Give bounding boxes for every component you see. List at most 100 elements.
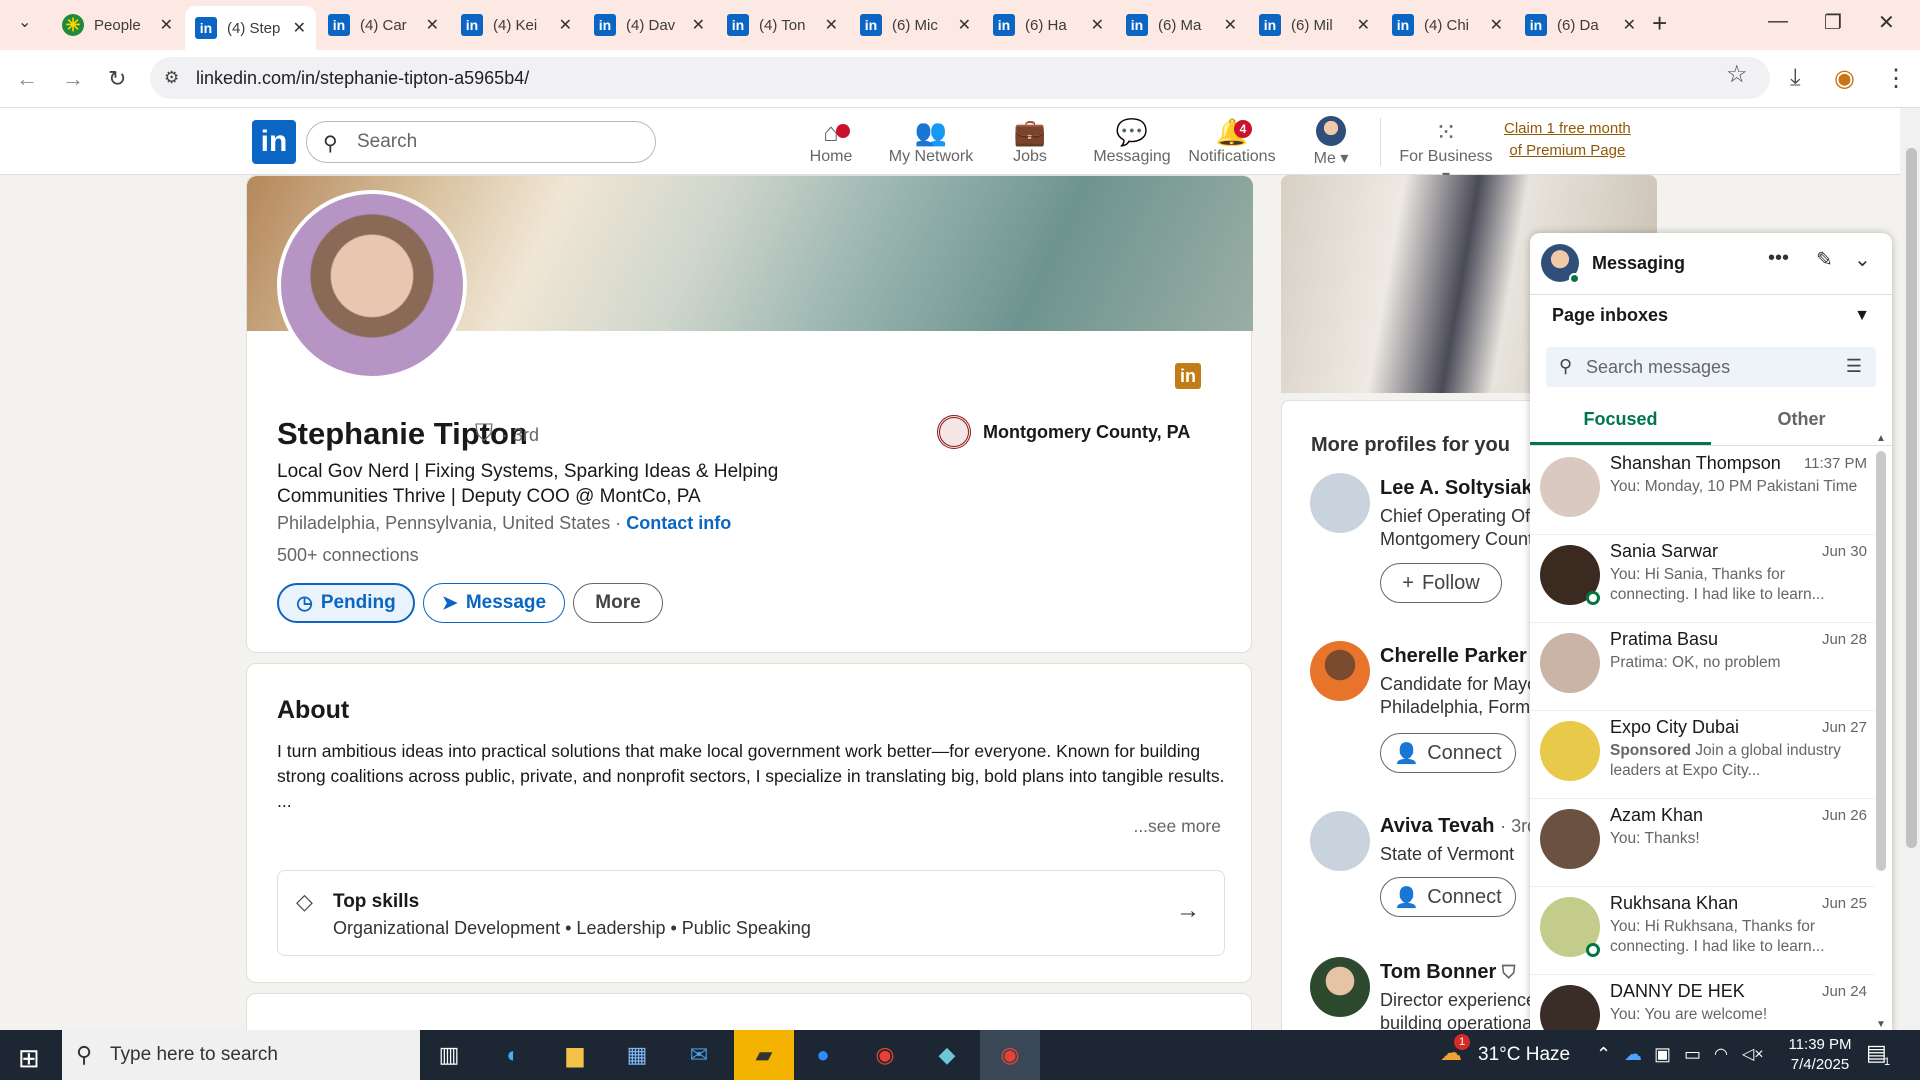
scroll-up-icon[interactable]: ▲: [1876, 433, 1886, 444]
browser-tab[interactable]: in (4) Dav ✕: [584, 8, 715, 42]
browser-tab[interactable]: in (4) Step ✕: [185, 6, 316, 50]
close-tab-icon[interactable]: ✕: [559, 15, 572, 35]
taskbar-clock[interactable]: 11:39 PM 7/4/2025: [1770, 1035, 1870, 1075]
browser-tab[interactable]: in (4) Kei ✕: [451, 8, 582, 42]
bookmark-star-icon[interactable]: ☆: [1726, 60, 1748, 89]
search-messages-input[interactable]: ⚲ Search messages ☰: [1546, 347, 1876, 387]
current-org[interactable]: Montgomery County, PA: [937, 415, 1190, 449]
browser-tab[interactable]: in (4) Car ✕: [318, 8, 449, 42]
browser-tab[interactable]: ✳ People ✕: [52, 8, 183, 42]
nav-me[interactable]: Me ▾: [1306, 116, 1356, 168]
back-icon[interactable]: ←: [16, 66, 38, 92]
profile-photo[interactable]: [277, 190, 467, 380]
nav-my-network[interactable]: 👥 My Network: [886, 116, 976, 166]
verified-icon[interactable]: ⛉: [475, 420, 493, 448]
meet-icon[interactable]: ▣: [1654, 1044, 1671, 1065]
tab-list-icon[interactable]: ⌄: [18, 12, 31, 32]
browser-tab[interactable]: in (6) Mic ✕: [850, 8, 981, 42]
premium-link[interactable]: Claim 1 free month of Premium Page: [1504, 118, 1631, 162]
top-skills-box[interactable]: ◇ Top skills Organizational Development …: [277, 870, 1225, 956]
nav-notifications[interactable]: 🔔 Notifications 4: [1188, 116, 1276, 166]
browser-tab[interactable]: in (4) Chi ✕: [1382, 8, 1513, 42]
tab-other[interactable]: Other: [1711, 409, 1892, 445]
linkedin-logo-icon[interactable]: in: [252, 120, 296, 164]
nav-jobs[interactable]: 💼 Jobs: [1010, 116, 1050, 166]
browser-tab[interactable]: in (6) Mil ✕: [1249, 8, 1380, 42]
store-icon[interactable]: ▦: [618, 1036, 656, 1074]
close-tab-icon[interactable]: ✕: [293, 18, 306, 38]
compose-icon[interactable]: ✎: [1816, 247, 1833, 272]
more-button[interactable]: More: [573, 583, 663, 623]
close-window-icon[interactable]: ✕: [1878, 10, 1895, 35]
close-tab-icon[interactable]: ✕: [1490, 15, 1503, 35]
page-scrollbar-thumb[interactable]: [1906, 148, 1917, 848]
windows-start-icon[interactable]: ⊞: [18, 1043, 40, 1074]
battery-icon[interactable]: ▭: [1684, 1044, 1701, 1065]
connect-button[interactable]: 👤 Connect: [1380, 877, 1516, 917]
browser-tab[interactable]: in (4) Ton ✕: [717, 8, 848, 42]
follow-button[interactable]: + Follow: [1380, 563, 1502, 603]
close-tab-icon[interactable]: ✕: [1357, 15, 1370, 35]
close-tab-icon[interactable]: ✕: [426, 15, 439, 35]
onedrive-icon[interactable]: ☁: [1624, 1044, 1642, 1065]
page-scrollbar[interactable]: [1903, 108, 1920, 1028]
nav-home[interactable]: ⌂ Home: [804, 116, 858, 166]
app-icon[interactable]: ◆: [928, 1036, 966, 1074]
reload-icon[interactable]: ↻: [108, 66, 126, 92]
inbox-selector[interactable]: Page inboxes: [1552, 305, 1668, 326]
chevron-up-icon[interactable]: ⌃: [1596, 1044, 1611, 1065]
close-tab-icon[interactable]: ✕: [160, 15, 173, 35]
see-more-link[interactable]: ...see more: [1133, 816, 1221, 837]
conversation-item[interactable]: Expo City Dubai Jun 27 Sponsored Join a gl…: [1530, 711, 1875, 799]
conversation-item[interactable]: Rukhsana Khan Jun 25 You: Hi Rukhsana, Tha…: [1530, 887, 1875, 975]
connect-button[interactable]: 👤 Connect: [1380, 733, 1516, 773]
messages-scrollbar[interactable]: [1876, 451, 1886, 871]
wifi-icon[interactable]: ◠: [1714, 1044, 1728, 1064]
mail-icon[interactable]: ✉: [680, 1036, 718, 1074]
close-tab-icon[interactable]: ✕: [1224, 15, 1237, 35]
linkedin-search-input[interactable]: ⚲ Search: [306, 121, 656, 163]
file-explorer-icon[interactable]: ▆: [556, 1036, 594, 1074]
restore-icon[interactable]: ❐: [1824, 10, 1842, 35]
edge-icon[interactable]: ◐: [494, 1036, 532, 1074]
browser-tab[interactable]: in (6) Ha ✕: [983, 8, 1114, 42]
zoom-icon[interactable]: ●: [804, 1036, 842, 1074]
forward-icon[interactable]: →: [62, 66, 84, 92]
chrome-icon[interactable]: ◉: [866, 1036, 904, 1074]
chrome-active-icon[interactable]: ◉: [980, 1030, 1040, 1080]
pending-button[interactable]: ◷ Pending: [277, 583, 415, 623]
close-tab-icon[interactable]: ✕: [1623, 15, 1636, 35]
profile-icon[interactable]: ◉: [1834, 64, 1855, 93]
new-tab-icon[interactable]: +: [1652, 8, 1667, 39]
browser-tab[interactable]: in (6) Da ✕: [1515, 8, 1646, 42]
browser-tab[interactable]: in (6) Ma ✕: [1116, 8, 1247, 42]
chevron-down-icon[interactable]: ⌄: [1854, 247, 1871, 272]
conversation-item[interactable]: Azam Khan Jun 26 You: Thanks!: [1530, 799, 1875, 887]
site-info-icon[interactable]: ⚙: [164, 68, 179, 88]
address-bar[interactable]: ⚙ linkedin.com/in/stephanie-tipton-a5965…: [150, 57, 1770, 99]
browser-menu-icon[interactable]: ⋮: [1884, 64, 1908, 93]
close-tab-icon[interactable]: ✕: [825, 15, 838, 35]
more-options-icon[interactable]: •••: [1768, 247, 1789, 270]
conversation-item[interactable]: Sania Sarwar Jun 30 You: Hi Sania, Thanks …: [1530, 535, 1875, 623]
close-tab-icon[interactable]: ✕: [958, 15, 971, 35]
task-view-icon[interactable]: ▥: [430, 1036, 468, 1074]
weather-text[interactable]: 31°C Haze: [1478, 1044, 1570, 1066]
speaker-icon[interactable]: ◁×: [1742, 1044, 1764, 1064]
close-tab-icon[interactable]: ✕: [1091, 15, 1104, 35]
filter-icon[interactable]: ☰: [1846, 356, 1862, 377]
conversation-item[interactable]: Shanshan Thompson 11:37 PM You: Monday, 10…: [1530, 447, 1875, 535]
messaging-header[interactable]: Messaging ••• ✎ ⌄: [1530, 233, 1892, 295]
taskbar-search[interactable]: ⚲ Type here to search: [62, 1030, 420, 1080]
nav-messaging[interactable]: 💬 Messaging: [1092, 116, 1172, 166]
conversation-item[interactable]: Pratima Basu Jun 28 Pratima: OK, no proble…: [1530, 623, 1875, 711]
arrow-right-icon[interactable]: →: [1176, 897, 1200, 925]
message-button[interactable]: ➤ Message: [423, 583, 565, 623]
contact-info-link[interactable]: Contact info: [626, 513, 731, 533]
download-icon[interactable]: ⤓: [1790, 64, 1801, 92]
sticky-notes-icon[interactable]: ▰: [734, 1030, 794, 1080]
minimize-icon[interactable]: —: [1768, 10, 1788, 33]
close-tab-icon[interactable]: ✕: [692, 15, 705, 35]
caret-down-icon[interactable]: ▼: [1854, 307, 1870, 325]
tab-focused[interactable]: Focused: [1530, 409, 1711, 445]
